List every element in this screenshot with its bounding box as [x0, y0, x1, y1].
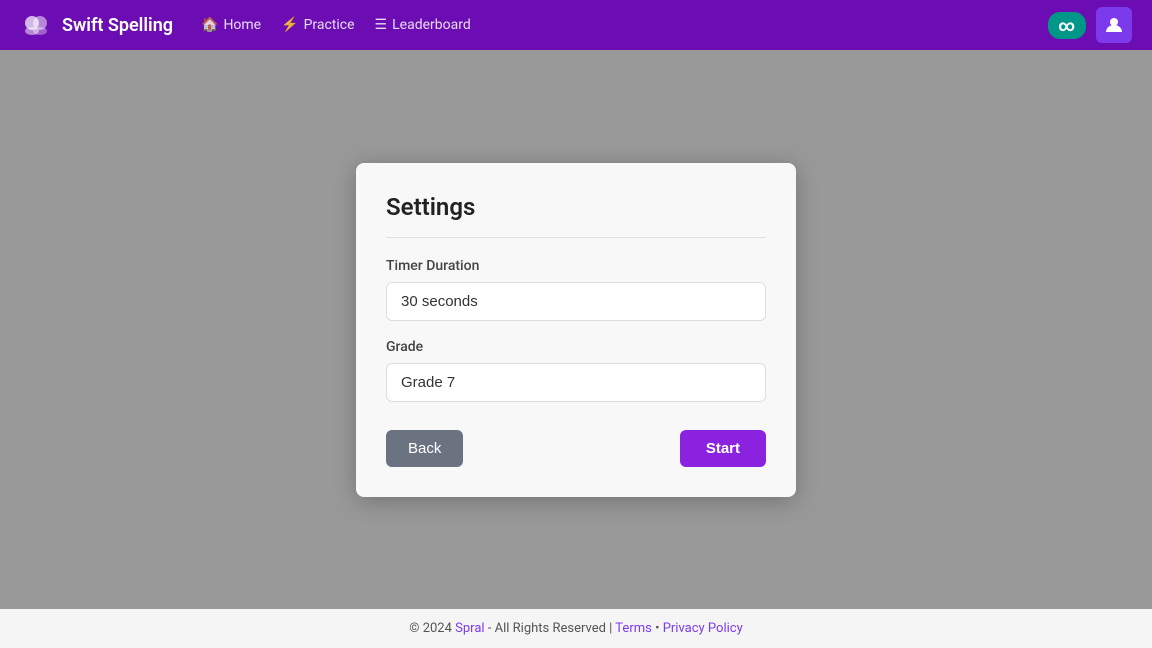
nav-right: ∞: [1048, 7, 1132, 43]
back-button[interactable]: Back: [386, 430, 463, 467]
nav-leaderboard[interactable]: ☰ Leaderboard: [375, 17, 471, 33]
nav-practice-label: Practice: [304, 17, 355, 33]
privacy-link[interactable]: Privacy Policy: [663, 621, 743, 636]
modal-title: Settings: [386, 193, 766, 238]
infinity-badge: ∞: [1048, 12, 1086, 39]
leaderboard-icon: ☰: [375, 17, 388, 33]
nav-left: Swift Spelling 🏠 Home ⚡ Practice ☰ Leade…: [20, 9, 471, 41]
nav-home-label: Home: [223, 17, 261, 33]
timer-duration-field: Timer Duration 30 seconds 60 seconds 90 …: [386, 258, 766, 321]
home-icon: 🏠: [201, 17, 218, 33]
footer-bullet: •: [655, 621, 663, 636]
infinity-icon: ∞: [1058, 16, 1076, 35]
footer-separator: - All Rights Reserved |: [488, 621, 616, 636]
timer-duration-label: Timer Duration: [386, 258, 766, 274]
user-avatar-button[interactable]: [1096, 7, 1132, 43]
practice-icon: ⚡: [281, 17, 298, 33]
nav-practice[interactable]: ⚡ Practice: [281, 17, 354, 33]
navbar: Swift Spelling 🏠 Home ⚡ Practice ☰ Leade…: [0, 0, 1152, 50]
grade-select[interactable]: Grade 1 Grade 2 Grade 3 Grade 4 Grade 5 …: [386, 363, 766, 402]
modal-footer: Back Start: [386, 430, 766, 467]
start-button[interactable]: Start: [680, 430, 766, 467]
grade-field: Grade Grade 1 Grade 2 Grade 3 Grade 4 Gr…: [386, 339, 766, 402]
settings-modal: Settings Timer Duration 30 seconds 60 se…: [356, 163, 796, 497]
copyright-text: © 2024: [409, 621, 452, 636]
company-link[interactable]: Spral: [455, 621, 484, 636]
page-footer: © 2024 Spral - All Rights Reserved | Ter…: [0, 609, 1152, 648]
terms-link[interactable]: Terms: [615, 621, 652, 636]
nav-leaderboard-label: Leaderboard: [392, 17, 471, 33]
main-area: Settings Timer Duration 30 seconds 60 se…: [0, 50, 1152, 609]
nav-brand: Swift Spelling: [20, 9, 173, 41]
nav-home[interactable]: 🏠 Home: [201, 17, 261, 33]
timer-duration-select[interactable]: 30 seconds 60 seconds 90 seconds 120 sec…: [386, 282, 766, 321]
brand-name: Swift Spelling: [62, 15, 173, 36]
nav-links: 🏠 Home ⚡ Practice ☰ Leaderboard: [201, 17, 471, 33]
logo-icon: [20, 9, 52, 41]
grade-label: Grade: [386, 339, 766, 355]
